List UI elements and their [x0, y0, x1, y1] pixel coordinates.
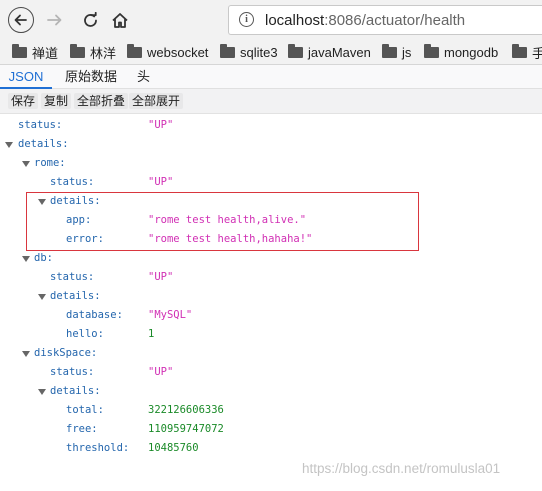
json-key: status:	[50, 271, 95, 283]
json-key: details:	[50, 385, 101, 397]
json-key: db:	[34, 252, 53, 264]
json-row: status: "UP"	[0, 116, 542, 135]
json-string-value: "UP"	[148, 366, 174, 378]
folder-icon	[12, 43, 27, 58]
home-button[interactable]	[107, 7, 133, 33]
json-number-value: 1	[148, 328, 155, 340]
back-button[interactable]	[8, 7, 34, 33]
json-key: hello:	[66, 328, 104, 340]
json-key: free:	[66, 423, 98, 435]
json-row[interactable]: details:	[0, 287, 542, 306]
bookmark-label: js	[402, 44, 412, 60]
url-host: localhost	[265, 12, 325, 29]
folder-icon	[220, 43, 235, 58]
bookmark-js[interactable]: js	[382, 43, 411, 61]
json-row: hello: 1	[0, 325, 542, 344]
json-row: total: 322126606336	[0, 401, 542, 420]
json-key: threshold:	[66, 442, 130, 454]
json-key: rome:	[34, 157, 66, 169]
json-key: diskSpace:	[34, 347, 98, 359]
bookmark-label: websocket	[147, 44, 209, 60]
bookmarks-bar: 禅道 林洋 websocket sqlite3 javaMaven js mon…	[0, 40, 542, 65]
json-row[interactable]: details:	[0, 382, 542, 401]
copy-button[interactable]: 复制	[41, 93, 72, 109]
watermark: https://blog.csdn.net/romulusla01	[302, 461, 501, 476]
json-string-value: "UP"	[148, 119, 174, 131]
json-row: status: "UP"	[0, 363, 542, 382]
json-key: details:	[18, 138, 69, 150]
bookmark-javamaven[interactable]: javaMaven	[288, 43, 371, 61]
reload-button[interactable]	[77, 7, 103, 33]
json-row: database: "MySQL"	[0, 306, 542, 325]
json-key: total:	[66, 404, 104, 416]
folder-icon	[512, 43, 527, 58]
json-key: status:	[50, 366, 95, 378]
expand-toggle-icon[interactable]	[22, 161, 30, 167]
expand-all-button[interactable]: 全部展开	[129, 93, 184, 109]
json-row[interactable]: diskSpace:	[0, 344, 542, 363]
json-string-value: "MySQL"	[148, 309, 193, 321]
json-tree: status: "UP" details: rome: status: "UP"…	[0, 114, 542, 491]
tab-json[interactable]: JSON	[0, 65, 52, 89]
json-toolbar: 保存 复制 全部折叠 全部展开	[0, 89, 542, 114]
bookmark-mongodb[interactable]: mongodb	[424, 43, 498, 61]
folder-icon	[288, 43, 303, 58]
highlight-box	[26, 192, 419, 251]
folder-icon	[424, 43, 439, 58]
expand-toggle-icon[interactable]	[22, 256, 30, 262]
json-row: free: 110959747072	[0, 420, 542, 439]
json-row: status: "UP"	[0, 173, 542, 192]
json-key: details:	[50, 290, 101, 302]
browser-toolbar: i localhost:8086/actuator/health	[0, 0, 542, 40]
json-key: status:	[50, 176, 95, 188]
forward-button[interactable]	[42, 7, 68, 33]
bookmark-label: sqlite3	[240, 44, 278, 60]
json-number-value: 322126606336	[148, 404, 224, 416]
bookmark-linyang[interactable]: 林洋	[70, 43, 116, 61]
json-row: status: "UP"	[0, 268, 542, 287]
json-row[interactable]: details:	[0, 135, 542, 154]
url-path: :8086/actuator/health	[324, 12, 466, 29]
bookmark-websocket[interactable]: websocket	[127, 43, 208, 61]
expand-toggle-icon[interactable]	[22, 351, 30, 357]
json-number-value: 110959747072	[148, 423, 224, 435]
tab-headers[interactable]: 头	[137, 65, 150, 88]
collapse-all-button[interactable]: 全部折叠	[74, 93, 129, 109]
tab-raw-data[interactable]: 原始数据	[65, 65, 117, 88]
bookmark-chandao[interactable]: 禅道	[12, 43, 58, 61]
expand-toggle-icon[interactable]	[5, 142, 13, 148]
bookmark-sqlite3[interactable]: sqlite3	[220, 43, 278, 61]
bookmark-label: 禅道	[32, 45, 59, 61]
bookmark-label: 林洋	[90, 45, 117, 61]
json-number-value: 10485760	[148, 442, 199, 454]
arrow-right-icon	[47, 14, 62, 26]
home-icon	[112, 12, 128, 28]
info-icon[interactable]: i	[239, 12, 254, 27]
folder-icon	[70, 43, 85, 58]
folder-icon	[127, 43, 142, 58]
expand-toggle-icon[interactable]	[38, 294, 46, 300]
bookmark-label: 手	[532, 43, 542, 62]
json-string-value: "UP"	[148, 176, 174, 188]
arrow-left-icon	[14, 14, 27, 26]
address-bar[interactable]: i localhost:8086/actuator/health	[228, 5, 542, 35]
json-string-value: "UP"	[148, 271, 174, 283]
viewer-tabs: JSON 原始数据 头	[0, 65, 542, 89]
expand-toggle-icon[interactable]	[38, 389, 46, 395]
bookmark-label: mongodb	[444, 44, 499, 60]
folder-icon	[382, 43, 397, 58]
json-row[interactable]: rome:	[0, 154, 542, 173]
url-text: localhost:8086/actuator/health	[265, 12, 465, 29]
bookmark-more[interactable]: 手	[512, 43, 542, 61]
json-key: database:	[66, 309, 123, 321]
json-row: threshold: 10485760	[0, 439, 542, 458]
save-button[interactable]: 保存	[8, 93, 39, 109]
json-key: status:	[18, 119, 63, 131]
reload-icon	[83, 11, 97, 27]
json-row[interactable]: db:	[0, 249, 542, 268]
bookmark-label: javaMaven	[308, 44, 371, 60]
